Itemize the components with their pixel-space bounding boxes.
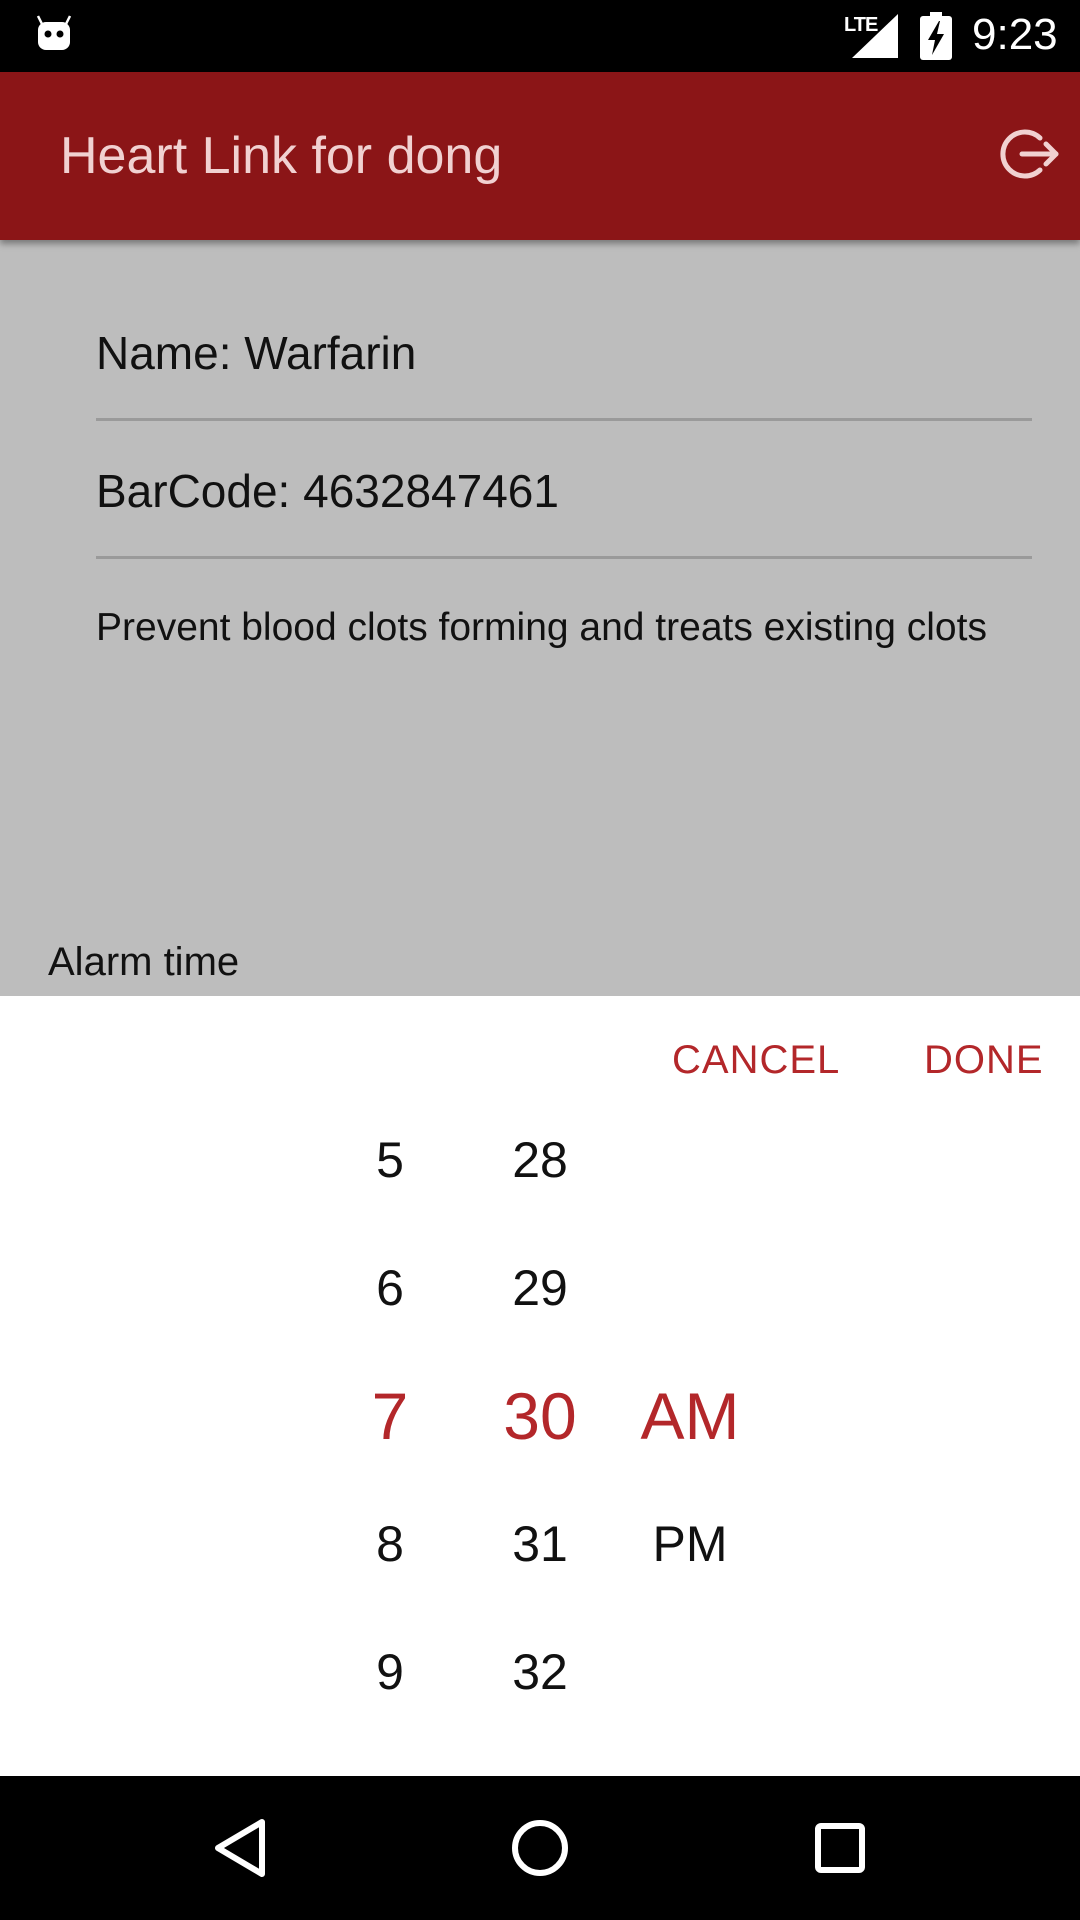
hour-option[interactable]: 5	[310, 1096, 470, 1224]
medication-name: Name: Warfarin	[96, 327, 417, 379]
time-picker-sheet: CANCEL DONE 5 6 7 8 9 28 29 30 31 32 AM …	[0, 996, 1080, 1776]
minute-option[interactable]: 32	[460, 1608, 620, 1736]
minute-selected[interactable]: 30	[460, 1352, 620, 1480]
medication-details: Name: Warfarin BarCode: 4632847461 Preve…	[0, 240, 1080, 996]
hour-option[interactable]: 8	[310, 1480, 470, 1608]
hour-option[interactable]: 6	[310, 1224, 470, 1352]
cancel-button[interactable]: CANCEL	[672, 1038, 840, 1083]
ampm-selected[interactable]: AM	[610, 1352, 770, 1480]
battery-charging-icon	[920, 12, 952, 60]
screen: LTE 9:23 Heart Link for dong Name: Warfa…	[0, 0, 1080, 1920]
divider	[96, 418, 1032, 421]
status-clock: 9:23	[972, 10, 1058, 59]
hour-selected[interactable]: 7	[310, 1352, 470, 1480]
ampm-option[interactable]: PM	[610, 1480, 770, 1608]
navigation-bar	[0, 1776, 1080, 1920]
minute-option[interactable]: 28	[460, 1096, 620, 1224]
back-icon[interactable]	[204, 1812, 276, 1884]
android-icon	[36, 15, 72, 50]
done-button[interactable]: DONE	[924, 1038, 1044, 1083]
app-bar: Heart Link for dong	[0, 72, 1080, 240]
medication-barcode: BarCode: 4632847461	[96, 465, 559, 517]
lte-signal-icon	[852, 14, 898, 58]
hour-option[interactable]: 9	[310, 1608, 470, 1736]
status-bar: LTE 9:23	[0, 0, 1080, 72]
medication-description: Prevent blood clots forming and treats e…	[96, 606, 987, 649]
minute-option[interactable]: 31	[460, 1480, 620, 1608]
minute-option[interactable]: 29	[460, 1224, 620, 1352]
divider	[96, 556, 1032, 559]
app-title: Heart Link for dong	[60, 127, 503, 185]
home-icon[interactable]	[504, 1812, 576, 1884]
alarm-time-label: Alarm time	[48, 940, 240, 984]
recents-icon[interactable]	[804, 1812, 876, 1884]
logout-icon[interactable]	[1000, 124, 1060, 184]
